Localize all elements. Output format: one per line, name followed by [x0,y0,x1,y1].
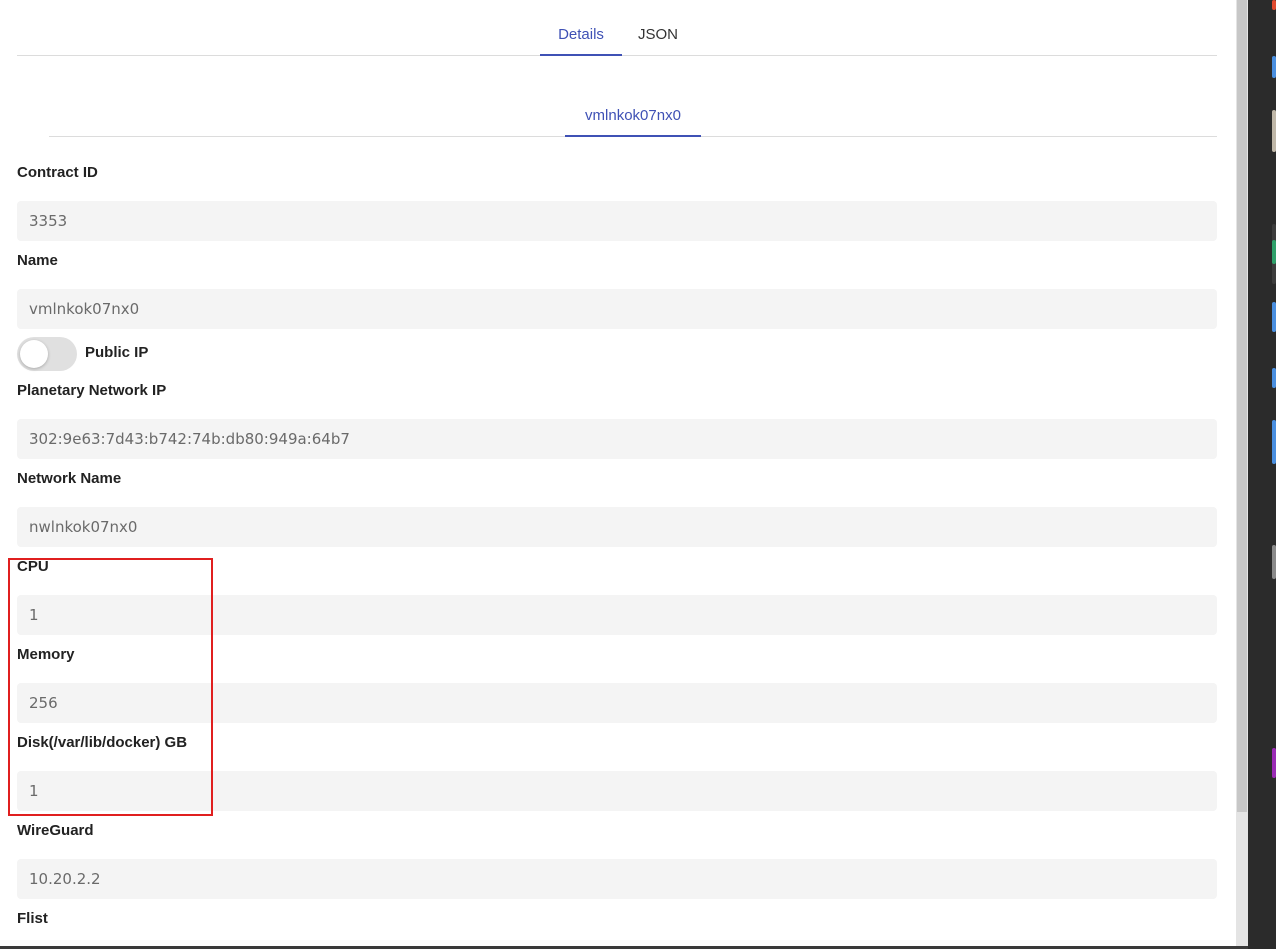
network-name-field[interactable]: nwlnkok07nx0 [17,507,1217,547]
dock-app-icon[interactable] [1272,368,1276,388]
contract-id-label: Contract ID [17,164,98,181]
dock-app-icon[interactable] [1272,545,1276,579]
public-ip-toggle[interactable] [17,337,77,371]
wireguard-field[interactable]: 10.20.2.2 [17,859,1217,899]
vm-tabs: vmlnkok07nx0 [49,95,1217,137]
dock-app-icon[interactable] [1272,302,1276,332]
dock-app-icon[interactable] [1272,240,1276,264]
disk-field[interactable]: 1 [17,771,1217,811]
planetary-ip-label: Planetary Network IP [17,382,167,399]
planetary-ip-field[interactable]: 302:9e63:7d43:b742:74b:db80:949a:64b7 [17,419,1217,459]
flist-label: Flist [17,910,48,927]
dock-app-icon[interactable] [1272,748,1276,778]
tab-vm[interactable]: vmlnkok07nx0 [565,95,701,137]
cpu-label: CPU [17,558,49,575]
deployment-details-panel: Details JSON vmlnkok07nx0 Contract ID 33… [0,0,1236,949]
dock-app-icon[interactable] [1272,0,1276,10]
name-label: Name [17,252,58,269]
public-ip-label: Public IP [85,344,149,361]
memory-label: Memory [17,646,75,663]
dock-app-icon[interactable] [1272,110,1276,152]
scrollbar-thumb[interactable] [1237,0,1247,812]
wireguard-label: WireGuard [17,822,94,839]
contract-id-field[interactable]: 3353 [17,201,1217,241]
dock-app-icon[interactable] [1272,56,1276,78]
view-tabs: Details JSON [17,0,1217,56]
name-field[interactable]: vmlnkok07nx0 [17,289,1217,329]
dock-app-icon[interactable] [1272,420,1276,464]
network-name-label: Network Name [17,470,122,487]
disk-label: Disk(/var/lib/docker) GB [17,734,188,751]
cpu-field[interactable]: 1 [17,595,1217,635]
tab-details[interactable]: Details [540,0,622,56]
memory-field[interactable]: 256 [17,683,1217,723]
tab-json[interactable]: JSON [624,0,692,56]
toggle-knob [20,340,48,368]
